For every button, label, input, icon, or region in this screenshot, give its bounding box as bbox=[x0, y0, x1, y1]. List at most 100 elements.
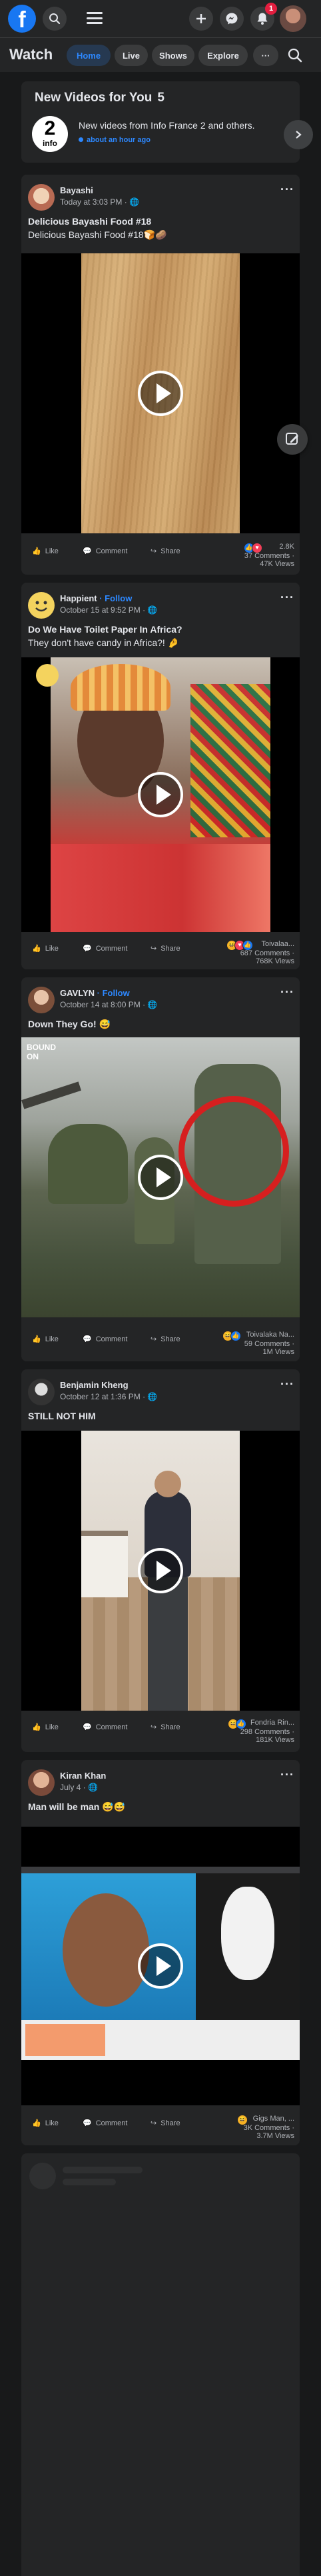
author-name[interactable]: Bayashi bbox=[60, 185, 93, 195]
reaction-count[interactable]: Toivalaka Na... bbox=[246, 1331, 294, 1339]
like-label: Like bbox=[45, 1723, 59, 1731]
new-videos-card[interactable]: New Videos for You 5 2 info New videos fr… bbox=[21, 81, 300, 163]
more-options-icon[interactable]: ··· bbox=[280, 1377, 294, 1391]
like-label: Like bbox=[45, 1335, 59, 1343]
like-button[interactable]: 👍 Like bbox=[32, 944, 59, 953]
share-button[interactable]: ↪ Share bbox=[151, 547, 180, 556]
comment-count[interactable]: 37 Comments · bbox=[244, 552, 294, 560]
share-button[interactable]: ↪ Share bbox=[151, 1335, 180, 1344]
menu-icon[interactable] bbox=[85, 10, 104, 26]
info-channel-logo: 2 info bbox=[32, 116, 68, 152]
new-videos-heading: New Videos for You 5 bbox=[35, 91, 164, 105]
like-button[interactable]: 👍 Like bbox=[32, 1723, 59, 1732]
globe-icon: 🌐 bbox=[129, 197, 140, 207]
watch-search-icon[interactable] bbox=[288, 48, 302, 66]
reaction-count[interactable]: 2.8K bbox=[279, 543, 294, 551]
comment-button[interactable]: 💬 Comment bbox=[83, 1723, 127, 1732]
tab-live[interactable]: Live bbox=[115, 45, 148, 66]
facebook-logo[interactable]: f bbox=[8, 5, 36, 33]
plus-icon[interactable] bbox=[189, 7, 213, 31]
comment-count[interactable]: 687 Comments · bbox=[240, 949, 294, 957]
post-caption-body: They don't have candy in Africa?! 🤌 bbox=[28, 637, 180, 648]
post-actions-bar: 👍 Like 💬 Comment ↪ Share 😆 👍 Toivalaka Na...… bbox=[21, 1323, 300, 1357]
next-arrow-button[interactable] bbox=[284, 120, 313, 149]
follow-link[interactable]: · Follow bbox=[95, 988, 130, 998]
author-avatar[interactable] bbox=[28, 1769, 55, 1796]
globe-icon: 🌐 bbox=[147, 605, 158, 615]
search-icon[interactable] bbox=[43, 7, 67, 31]
comment-button[interactable]: 💬 Comment bbox=[83, 547, 127, 556]
post-time[interactable]: October 12 at 1:36 PM · bbox=[60, 1392, 147, 1401]
new-videos-description: New videos from Info France 2 and others… bbox=[79, 120, 255, 131]
more-options-icon[interactable]: ··· bbox=[280, 1768, 294, 1782]
video-player[interactable] bbox=[21, 253, 300, 533]
comment-icon: 💬 bbox=[83, 1335, 92, 1343]
author-name[interactable]: GAVLYN · Follow bbox=[60, 988, 130, 998]
bell-icon[interactable]: 1 bbox=[250, 3, 277, 31]
reaction-count[interactable]: Gigs Man, ... bbox=[253, 2115, 294, 2123]
comment-button[interactable]: 💬 Comment bbox=[83, 1335, 127, 1344]
author-name-text: Kiran Khan bbox=[60, 1771, 107, 1781]
play-icon[interactable] bbox=[138, 1943, 183, 1989]
comment-count[interactable]: 59 Comments · bbox=[244, 1340, 294, 1348]
author-name[interactable]: Happient · Follow bbox=[60, 593, 132, 603]
like-button[interactable]: 👍 Like bbox=[32, 547, 59, 556]
play-icon[interactable] bbox=[138, 1548, 183, 1593]
author-name[interactable]: Benjamin Kheng bbox=[60, 1380, 129, 1390]
video-player[interactable] bbox=[21, 1827, 300, 2105]
reaction-icons[interactable]: 😆 👍 bbox=[222, 1331, 241, 1341]
new-videos-count: 5 bbox=[157, 91, 164, 105]
like-icon: 👍 bbox=[32, 1335, 41, 1343]
tab-explore[interactable]: Explore bbox=[198, 45, 248, 66]
play-icon[interactable] bbox=[138, 772, 183, 817]
like-icon: 👍 bbox=[32, 547, 41, 555]
comment-icon: 💬 bbox=[83, 547, 92, 555]
emoji-sticker-icon bbox=[36, 664, 59, 687]
author-name[interactable]: Kiran Khan bbox=[60, 1771, 106, 1781]
author-name-text: Happient bbox=[60, 593, 97, 603]
comment-button[interactable]: 💬 Comment bbox=[83, 2119, 127, 2128]
video-player[interactable]: BOUND ON bbox=[21, 1037, 300, 1317]
tab-shows[interactable]: Shows bbox=[152, 45, 194, 66]
profile-avatar[interactable] bbox=[280, 5, 306, 32]
share-button[interactable]: ↪ Share bbox=[151, 944, 180, 953]
post-time[interactable]: October 14 at 8:00 PM · bbox=[60, 1000, 147, 1009]
watch-nav-bar: Watch Home Live Shows Explore ··· bbox=[0, 37, 321, 72]
more-options-icon[interactable]: ··· bbox=[280, 591, 294, 605]
video-player[interactable] bbox=[21, 657, 300, 932]
like-button[interactable]: 👍 Like bbox=[32, 1335, 59, 1344]
comment-count[interactable]: 298 Comments · bbox=[240, 1728, 294, 1736]
share-button[interactable]: ↪ Share bbox=[151, 2119, 180, 2128]
share-button[interactable]: ↪ Share bbox=[151, 1723, 180, 1732]
video-post: Bayashi Today at 3:03 PM · 🌐 ··· Delicio… bbox=[21, 175, 300, 575]
tab-home[interactable]: Home bbox=[67, 45, 111, 66]
view-count: 1M Views bbox=[262, 1348, 294, 1356]
author-avatar[interactable] bbox=[28, 184, 55, 211]
view-count: 768K Views bbox=[256, 957, 294, 965]
share-icon: ↪ bbox=[151, 547, 157, 555]
video-post: Kiran Khan July 4 · 🌐 ··· Man will be ma… bbox=[21, 1760, 300, 2145]
follow-link[interactable]: · Follow bbox=[97, 593, 132, 603]
like-button[interactable]: 👍 Like bbox=[32, 2119, 59, 2128]
author-avatar[interactable] bbox=[28, 592, 55, 619]
like-icon: 👍 bbox=[32, 945, 41, 953]
play-icon[interactable] bbox=[138, 371, 183, 416]
post-time[interactable]: October 15 at 9:52 PM · bbox=[60, 605, 147, 615]
author-avatar[interactable] bbox=[28, 1379, 55, 1405]
more-options-icon[interactable]: ··· bbox=[280, 183, 294, 197]
more-options-icon[interactable]: ··· bbox=[280, 985, 294, 999]
comment-button[interactable]: 💬 Comment bbox=[83, 944, 127, 953]
post-caption: STILL NOT HIM bbox=[28, 1411, 96, 1421]
post-time[interactable]: Today at 3:03 PM · bbox=[60, 197, 129, 207]
reaction-count[interactable]: Fondria Rin... bbox=[250, 1719, 294, 1727]
author-avatar[interactable] bbox=[28, 987, 55, 1013]
comment-count[interactable]: 3K Comments · bbox=[244, 2124, 294, 2132]
reaction-count[interactable]: Toivalaa... bbox=[261, 940, 294, 948]
more-tabs-button[interactable]: ··· bbox=[253, 45, 278, 66]
logo-text: info bbox=[43, 139, 57, 148]
video-player[interactable] bbox=[21, 1431, 300, 1711]
post-time[interactable]: July 4 · bbox=[60, 1783, 88, 1792]
compose-button[interactable] bbox=[277, 424, 308, 455]
messenger-icon[interactable] bbox=[220, 7, 244, 31]
play-icon[interactable] bbox=[138, 1155, 183, 1200]
